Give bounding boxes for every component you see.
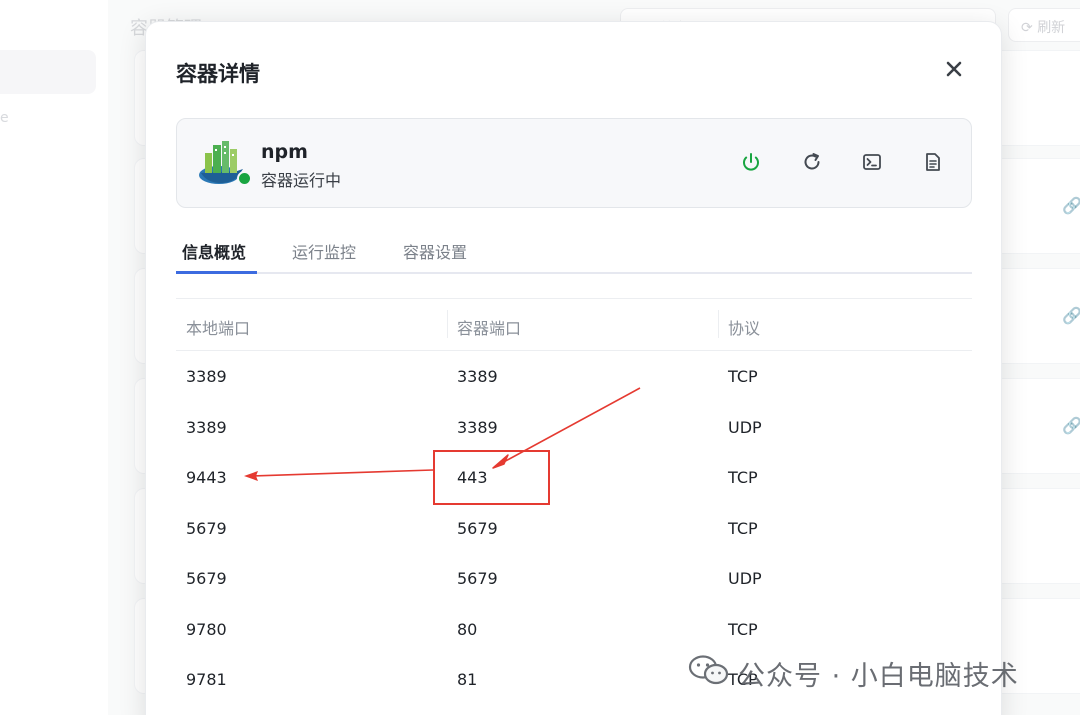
- protocol-cell: UDP: [728, 569, 762, 588]
- document-icon: [926, 153, 940, 171]
- column-divider: [718, 310, 719, 338]
- close-icon: [946, 61, 962, 77]
- column-header-container-port: 容器端口: [457, 319, 522, 338]
- table-row: 5679 5679 TCP: [176, 503, 972, 554]
- running-status-dot: [237, 171, 252, 186]
- protocol-cell: TCP: [728, 367, 758, 386]
- container-port-cell: 5679: [457, 518, 498, 538]
- local-port-cell: 3389: [186, 367, 227, 386]
- protocol-cell: TCP: [728, 468, 758, 487]
- restart-icon: [804, 153, 820, 170]
- container-summary-card: npm 容器运行中: [176, 118, 972, 208]
- close-button[interactable]: [941, 56, 967, 82]
- watermark-text: 公众号 · 小白电脑技术: [738, 661, 1019, 692]
- container-name: npm: [261, 141, 308, 163]
- local-port-cell: 5679: [186, 569, 227, 588]
- local-port-cell: 3389: [186, 417, 227, 437]
- column-header-protocol: 协议: [728, 319, 761, 338]
- restart-button[interactable]: [799, 149, 825, 175]
- table-header: 本地端口 容器端口 协议: [176, 298, 972, 351]
- detail-tabs: 信息概览 运行监控 容器设置: [176, 236, 972, 274]
- tab-monitoring[interactable]: 运行监控: [292, 239, 356, 273]
- protocol-cell: TCP: [728, 619, 758, 639]
- container-port-cell: 3389: [457, 417, 498, 437]
- port-mapping-table: 本地端口 容器端口 协议 3389 3389 TCP 3389 3389 UDP…: [176, 298, 972, 705]
- container-detail-modal: 容器详情 npm 容器运行中 信息概览 运行监控 容器设置 本地端口 容器端口 …: [145, 21, 1002, 715]
- power-button[interactable]: [738, 149, 764, 175]
- local-port-cell: 9780: [186, 619, 227, 639]
- table-row: 9443 443 TCP: [176, 452, 972, 503]
- tab-settings[interactable]: 容器设置: [403, 239, 467, 273]
- tab-overview[interactable]: 信息概览: [182, 239, 246, 273]
- column-header-local-port: 本地端口: [186, 319, 251, 338]
- container-port-cell: 80: [457, 619, 478, 639]
- terminal-button[interactable]: [859, 149, 885, 175]
- local-port-cell: 9443: [186, 468, 227, 487]
- active-tab-indicator: [176, 271, 257, 274]
- table-row: 9780 80 TCP: [176, 604, 972, 655]
- table-row: 3389 3389 TCP: [176, 351, 972, 402]
- annotation-highlight-box: [433, 450, 550, 505]
- column-divider: [447, 310, 448, 338]
- logs-button[interactable]: [920, 149, 946, 175]
- local-port-cell: 9781: [186, 670, 227, 689]
- modal-title: 容器详情: [176, 62, 260, 86]
- container-port-cell: 3389: [457, 367, 498, 386]
- protocol-cell: UDP: [728, 417, 762, 437]
- table-row: 3389 3389 UDP: [176, 402, 972, 453]
- terminal-icon: [863, 154, 881, 170]
- protocol-cell: TCP: [728, 518, 758, 538]
- wechat-icon: [688, 655, 729, 685]
- local-port-cell: 5679: [186, 518, 227, 538]
- container-status: 容器运行中: [261, 171, 342, 190]
- table-row: 5679 5679 UDP: [176, 553, 972, 604]
- power-icon: [743, 153, 759, 171]
- container-port-cell: 5679: [457, 569, 498, 588]
- container-port-cell: 81: [457, 670, 478, 689]
